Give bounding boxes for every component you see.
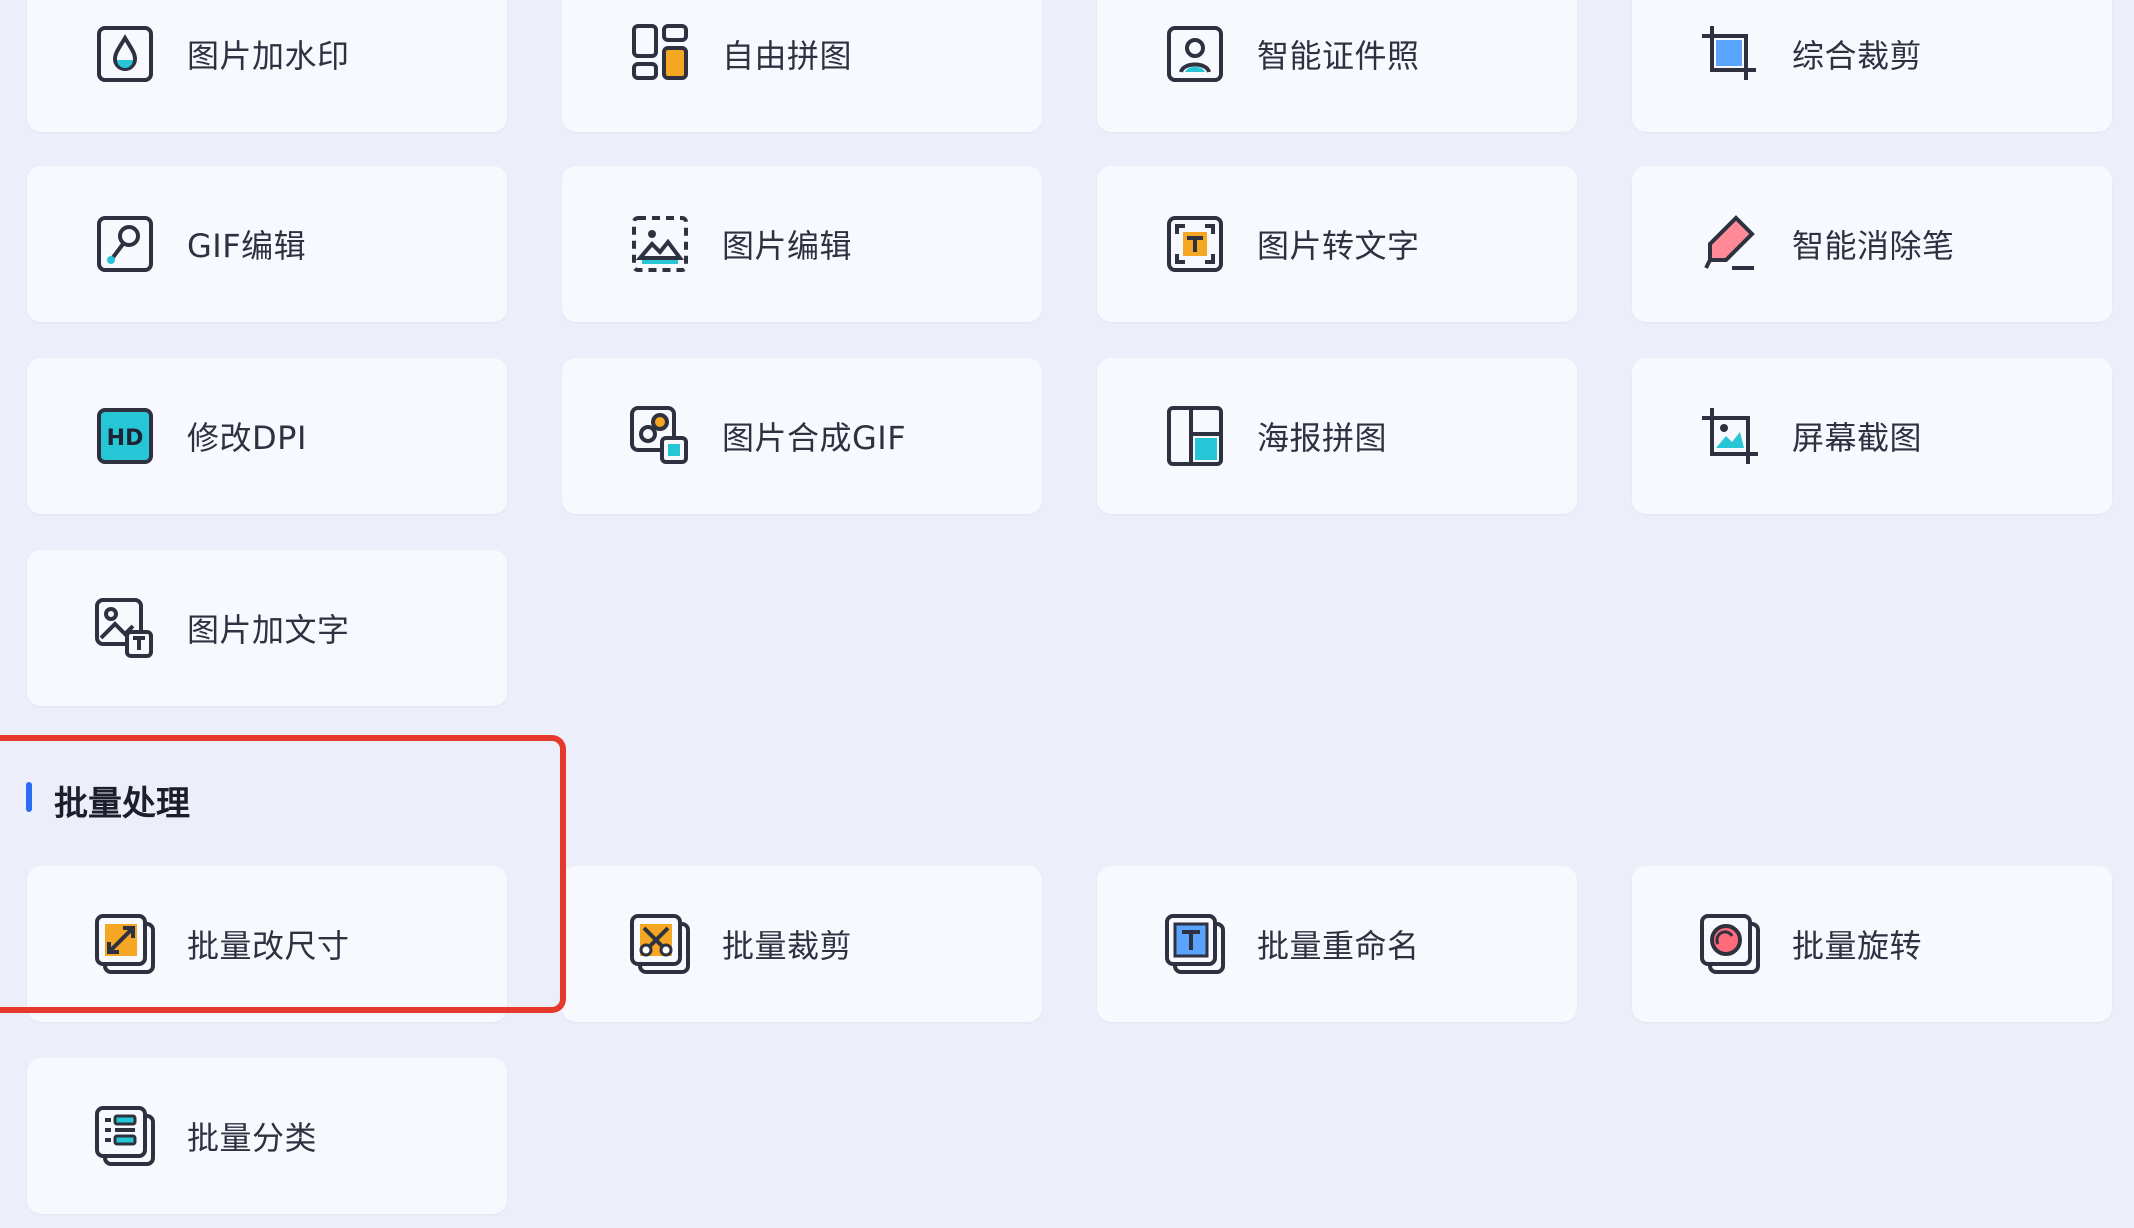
tool-dpi[interactable]: HD 修改DPI — [27, 358, 507, 514]
batch-rotate-icon — [1698, 912, 1762, 976]
tool-make-gif[interactable]: 图片合成GIF — [562, 358, 1042, 514]
tool-watermark[interactable]: 图片加水印 — [27, 0, 507, 132]
tool-label: 修改DPI — [187, 419, 307, 457]
tool-label: 自由拼图 — [722, 37, 853, 75]
tool-crop[interactable]: 综合裁剪 — [1632, 0, 2112, 132]
image-edit-icon — [628, 212, 692, 276]
batch-rename-icon — [1163, 912, 1227, 976]
tool-label: GIF编辑 — [187, 227, 307, 265]
batch-classify-icon — [93, 1104, 157, 1168]
tool-free-collage[interactable]: 自由拼图 — [562, 0, 1042, 132]
tool-label: 屏幕截图 — [1792, 419, 1923, 457]
image-to-text-icon — [1163, 212, 1227, 276]
section-accent-bar — [26, 782, 32, 812]
tool-batch-resize[interactable]: 批量改尺寸 — [27, 866, 507, 1022]
tool-id-photo[interactable]: 智能证件照 — [1097, 0, 1577, 132]
tool-label: 批量分类 — [187, 1119, 318, 1157]
crop-icon — [1698, 22, 1762, 86]
droplet-icon — [93, 22, 157, 86]
tool-label: 图片加文字 — [187, 611, 350, 649]
image-add-text-icon — [93, 596, 157, 660]
tool-label: 批量重命名 — [1257, 927, 1420, 965]
tool-batch-rename[interactable]: 批量重命名 — [1097, 866, 1577, 1022]
svg-text:HD: HD — [107, 426, 144, 451]
hd-icon: HD — [93, 404, 157, 468]
poster-layout-icon — [1163, 404, 1227, 468]
tool-batch-rotate[interactable]: 批量旋转 — [1632, 866, 2112, 1022]
tool-label: 综合裁剪 — [1792, 37, 1923, 75]
gif-compose-icon — [628, 404, 692, 468]
batch-crop-icon — [628, 912, 692, 976]
tool-label: 海报拼图 — [1257, 419, 1388, 457]
tool-batch-classify[interactable]: 批量分类 — [27, 1058, 507, 1214]
tool-label: 批量改尺寸 — [187, 927, 350, 965]
section-title: 批量处理 — [54, 784, 190, 824]
id-photo-icon — [1163, 22, 1227, 86]
gif-edit-icon — [93, 212, 157, 276]
tool-label: 批量裁剪 — [722, 927, 853, 965]
tool-label: 智能证件照 — [1257, 37, 1420, 75]
tool-label: 批量旋转 — [1792, 927, 1923, 965]
tool-poster[interactable]: 海报拼图 — [1097, 358, 1577, 514]
tool-label: 图片编辑 — [722, 227, 853, 265]
batch-resize-icon — [93, 912, 157, 976]
tool-label: 图片转文字 — [1257, 227, 1420, 265]
tool-label: 智能消除笔 — [1792, 227, 1955, 265]
collage-grid-icon — [628, 22, 692, 86]
tool-batch-crop[interactable]: 批量裁剪 — [562, 866, 1042, 1022]
tool-add-text[interactable]: 图片加文字 — [27, 550, 507, 706]
tool-eraser[interactable]: 智能消除笔 — [1632, 166, 2112, 322]
screenshot-icon — [1698, 404, 1762, 468]
tool-gif-edit[interactable]: GIF编辑 — [27, 166, 507, 322]
eraser-pen-icon — [1698, 212, 1762, 276]
tool-label: 图片合成GIF — [722, 419, 907, 457]
tool-image-edit[interactable]: 图片编辑 — [562, 166, 1042, 322]
tool-ocr[interactable]: 图片转文字 — [1097, 166, 1577, 322]
tool-screenshot[interactable]: 屏幕截图 — [1632, 358, 2112, 514]
tool-label: 图片加水印 — [187, 37, 350, 75]
